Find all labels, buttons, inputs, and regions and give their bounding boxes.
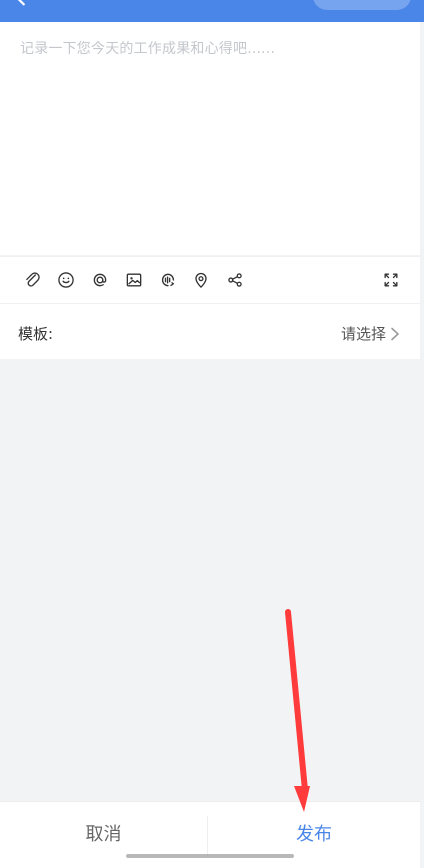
mention-button[interactable] [89,269,111,291]
top-bar [0,0,424,22]
emoji-button[interactable] [55,269,77,291]
voice-button[interactable] [157,269,179,291]
location-icon [195,272,207,288]
template-value: 请选择 [340,325,386,343]
publish-button[interactable]: 发布 [208,802,420,868]
template-label: 模板: [18,325,54,343]
template-selector[interactable]: 模板: 请选择 [0,303,420,359]
editor[interactable]: 记录一下您今天的工作成果和心得吧...... [0,22,420,255]
share-icon [228,273,242,287]
home-indicator [126,854,294,858]
top-action-button[interactable] [313,0,411,10]
expand-button[interactable] [380,269,402,291]
location-button[interactable] [190,269,212,291]
editor-toolbar [0,256,420,303]
paperclip-icon [26,272,40,287]
cancel-button[interactable]: 取消 [0,802,207,868]
voice-icon [161,273,175,287]
attachment-button[interactable] [21,269,43,291]
chevron-right-icon [391,327,399,341]
at-icon [93,273,107,287]
back-icon[interactable] [10,0,32,8]
share-button[interactable] [224,269,246,291]
editor-placeholder: 记录一下您今天的工作成果和心得吧...... [20,41,276,57]
image-button[interactable] [123,269,145,291]
expand-icon [384,273,398,287]
image-icon [126,273,142,287]
emoji-icon [58,272,74,288]
